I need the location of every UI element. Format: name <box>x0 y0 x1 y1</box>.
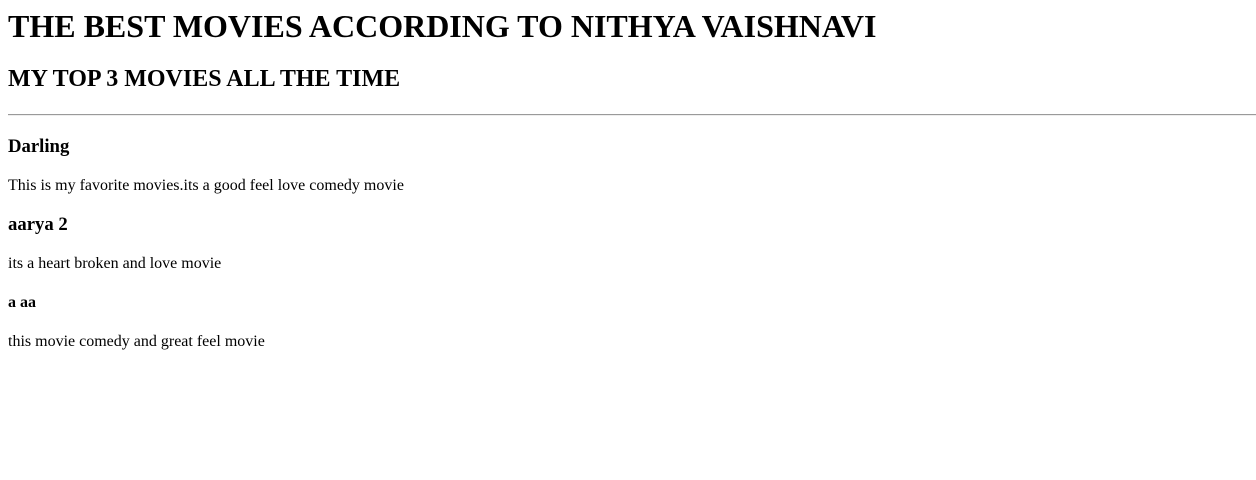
movie-description-darling: This is my favorite movies.its a good fe… <box>8 177 404 194</box>
movie-description-aarya-2: its a heart broken and love movie <box>8 255 222 272</box>
page-subtitle: MY TOP 3 MOVIES ALL THE TIME <box>8 66 401 92</box>
movie-description-a-aa: this movie comedy and great feel movie <box>8 333 265 350</box>
movie-title-a-aa: a aa <box>8 294 36 311</box>
divider <box>8 114 1256 116</box>
movie-title-darling: Darling <box>8 136 70 157</box>
movie-title-aarya-2: aarya 2 <box>8 214 68 235</box>
page-title: THE BEST MOVIES ACCORDING TO NITHYA VAIS… <box>8 8 877 44</box>
